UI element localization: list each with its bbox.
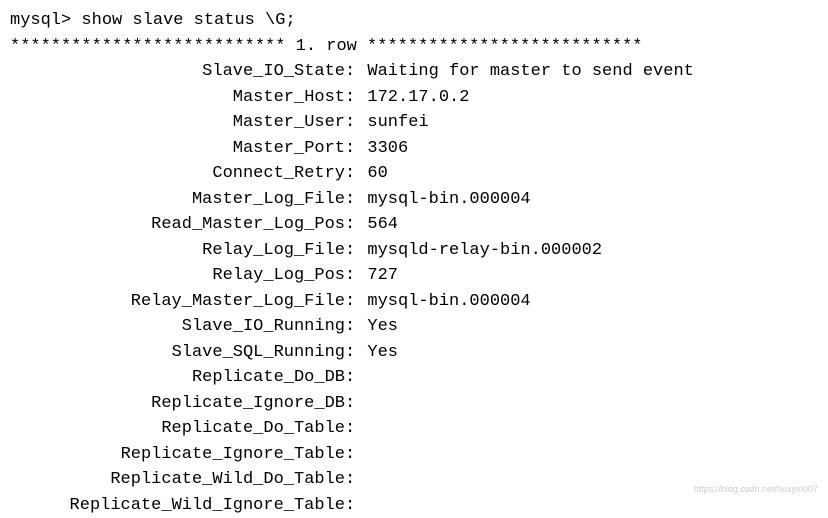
status-separator: : [345,467,367,493]
status-separator: : [345,391,367,417]
status-key: Master_Log_File [10,187,345,213]
status-key: Relay_Master_Log_File [10,289,345,315]
status-key: Master_Host [10,85,345,111]
status-key: Slave_SQL_Running [10,340,345,366]
status-value: mysqld-relay-bin.000002 [367,238,602,264]
status-key: Replicate_Do_DB [10,365,345,391]
status-row: Master_Host: 172.17.0.2 [10,85,818,111]
status-separator: : [345,212,367,238]
status-key: Relay_Log_File [10,238,345,264]
status-row: Master_Port: 3306 [10,136,818,162]
command-line[interactable]: mysql> show slave status \G; [10,8,818,34]
status-key: Master_Port [10,136,345,162]
status-separator: : [345,136,367,162]
status-value: sunfei [367,110,428,136]
status-row: Replicate_Ignore_Table: [10,442,818,468]
status-value: 727 [367,263,398,289]
prompt: mysql> [10,11,81,30]
status-separator: : [345,365,367,391]
status-row: Replicate_Wild_Ignore_Table: [10,493,818,518]
status-row: Relay_Master_Log_File: mysql-bin.000004 [10,289,818,315]
status-key: Relay_Log_Pos [10,263,345,289]
status-key: Master_User [10,110,345,136]
status-separator: : [345,289,367,315]
status-separator: : [345,187,367,213]
status-value: Yes [367,340,398,366]
status-fields: Slave_IO_State: Waiting for master to se… [10,59,818,518]
status-value: mysql-bin.000004 [367,187,530,213]
status-separator: : [345,493,367,518]
status-row: Master_Log_File: mysql-bin.000004 [10,187,818,213]
status-key: Replicate_Ignore_Table [10,442,345,468]
status-key: Replicate_Ignore_DB [10,391,345,417]
status-row: Replicate_Do_DB: [10,365,818,391]
status-key: Replicate_Wild_Do_Table [10,467,345,493]
status-separator: : [345,59,367,85]
status-key: Slave_IO_State [10,59,345,85]
status-key: Replicate_Wild_Ignore_Table [10,493,345,518]
status-row: Relay_Log_Pos: 727 [10,263,818,289]
command-text: show slave status \G; [81,11,295,30]
status-key: Replicate_Do_Table [10,416,345,442]
status-separator: : [345,161,367,187]
status-value: mysql-bin.000004 [367,289,530,315]
status-row: Relay_Log_File: mysqld-relay-bin.000002 [10,238,818,264]
status-value: 60 [367,161,387,187]
status-separator: : [345,416,367,442]
status-separator: : [345,340,367,366]
status-row: Read_Master_Log_Pos: 564 [10,212,818,238]
status-row: Slave_IO_State: Waiting for master to se… [10,59,818,85]
status-row: Slave_IO_Running: Yes [10,314,818,340]
status-row: Master_User: sunfei [10,110,818,136]
status-key: Read_Master_Log_Pos [10,212,345,238]
status-separator: : [345,85,367,111]
status-separator: : [345,110,367,136]
status-value: 564 [367,212,398,238]
status-key: Connect_Retry [10,161,345,187]
status-row: Replicate_Do_Table: [10,416,818,442]
watermark: https://blog.csdn.net/huxyin007 [694,483,818,497]
status-row: Replicate_Ignore_DB: [10,391,818,417]
status-value: Yes [367,314,398,340]
row-separator: *************************** 1. row *****… [10,34,818,60]
status-separator: : [345,238,367,264]
status-value: 3306 [367,136,408,162]
status-row: Slave_SQL_Running: Yes [10,340,818,366]
status-separator: : [345,263,367,289]
status-value: 172.17.0.2 [367,85,469,111]
status-row: Connect_Retry: 60 [10,161,818,187]
status-separator: : [345,442,367,468]
status-separator: : [345,314,367,340]
status-value: Waiting for master to send event [367,59,693,85]
status-key: Slave_IO_Running [10,314,345,340]
